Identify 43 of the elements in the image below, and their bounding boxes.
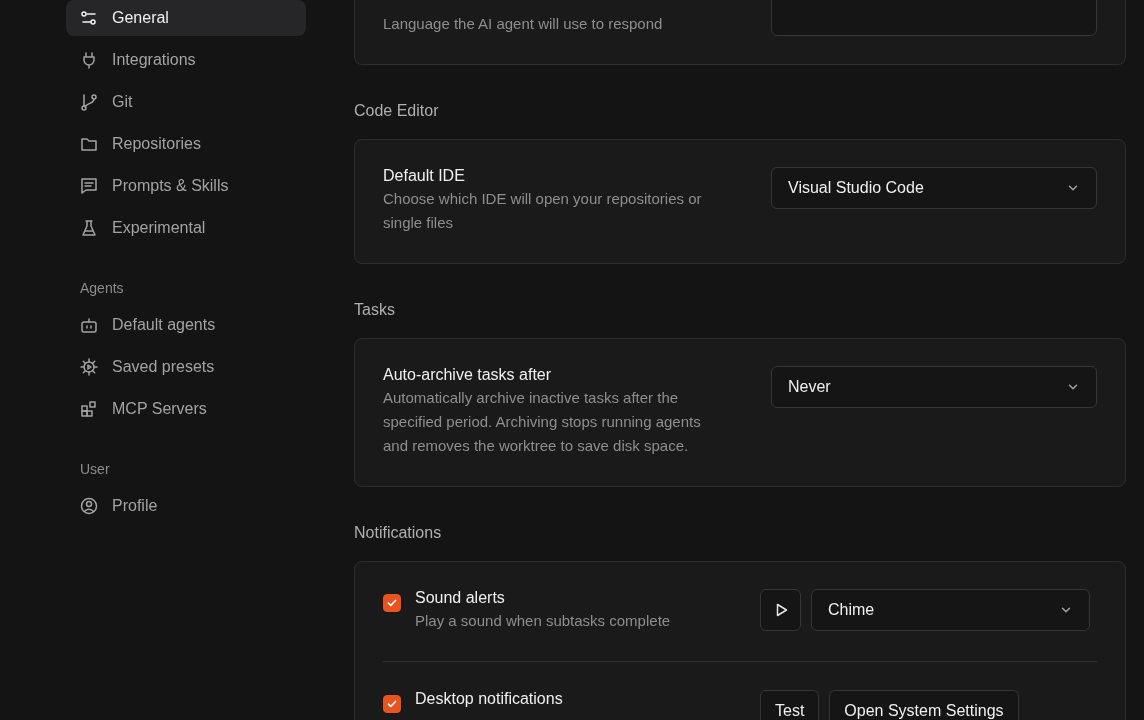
- test-button[interactable]: Test: [760, 690, 820, 720]
- branch-icon: [80, 93, 98, 111]
- sidebar-item[interactable]: Repositories: [66, 126, 306, 162]
- message-icon: [80, 177, 98, 195]
- user-icon: [80, 497, 98, 515]
- sidebar-item[interactable]: Integrations: [66, 42, 306, 78]
- setting-description: Automatically archive inactive tasks after the specified period. Archiving stops running agents and removes the worktree to save disk space.: [383, 388, 702, 456]
- check-icon: [386, 597, 398, 609]
- sliders-icon: [80, 9, 98, 27]
- check-icon: [386, 698, 398, 710]
- checkbox[interactable]: [383, 594, 401, 612]
- sidebar-item[interactable]: Profile: [66, 488, 306, 524]
- robot-icon: [80, 316, 98, 334]
- setting-label: Desktop notifications: [415, 689, 564, 709]
- setting-description: Play a sound when subtasks complete: [415, 611, 672, 631]
- sidebar-item[interactable]: MCP Servers: [66, 391, 306, 427]
- settings-button[interactable]: Open System Settings: [829, 690, 1019, 720]
- sidebar-item[interactable]: General: [66, 0, 306, 36]
- sidebar-item[interactable]: Git: [66, 84, 306, 120]
- dropdown[interactable]: Never: [771, 366, 1097, 408]
- section-heading: Tasks: [354, 300, 396, 320]
- sidebar-item[interactable]: Saved presets: [66, 349, 306, 385]
- sidebar-item[interactable]: Default agents: [66, 307, 306, 343]
- plug-icon: [80, 51, 98, 69]
- gear-icon: [80, 358, 98, 376]
- flask-icon: [80, 219, 98, 237]
- dropdown[interactable]: Chime: [811, 589, 1090, 631]
- setting-description: Language the AI agent will use to respond: [383, 14, 663, 34]
- folder-icon: [80, 135, 98, 153]
- dropdown[interactable]: Visual Studio Code: [771, 167, 1097, 209]
- group-heading: User: [79, 460, 111, 479]
- setting-label: Default IDE: [383, 166, 466, 186]
- checkbox[interactable]: [383, 695, 401, 713]
- section-heading: Notifications: [354, 523, 443, 543]
- section-heading: Code Editor: [354, 101, 440, 121]
- sidebar-item[interactable]: Experimental: [66, 210, 306, 246]
- setting-description: Choose which IDE will open your repositories or single files: [383, 189, 703, 233]
- sidebar-item[interactable]: Prompts & Skills: [66, 168, 306, 204]
- blocks-icon: [80, 400, 98, 418]
- play-button[interactable]: [760, 589, 801, 631]
- setting-label: Auto-archive tasks after: [383, 365, 553, 385]
- group-heading: Agents: [79, 279, 125, 298]
- setting-label: Sound alerts: [415, 588, 506, 608]
